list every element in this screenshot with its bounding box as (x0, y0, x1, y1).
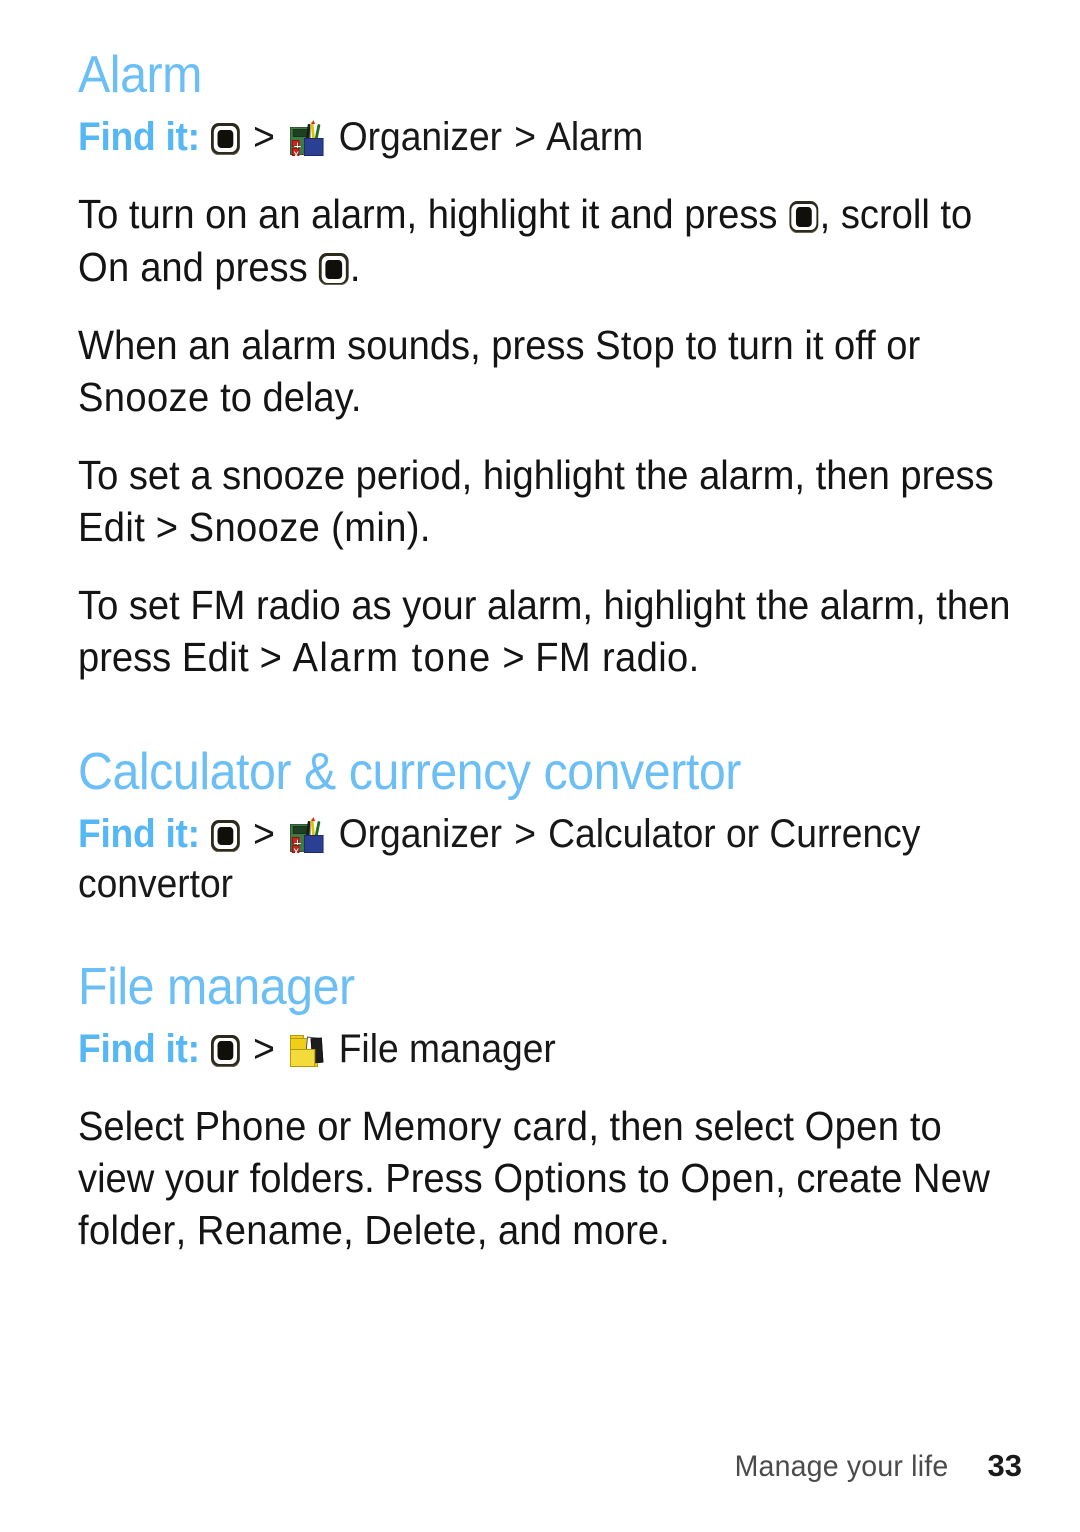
paragraph-alarm-sounds: When an alarm sounds, press Stop to turn… (78, 319, 1015, 423)
section-title-alarm: Alarm (78, 46, 202, 104)
ui-term: Stop (595, 321, 676, 368)
paragraph-fm-radio-alarm: To set FM radio as your alarm, highlight… (78, 579, 1015, 683)
breadcrumb-separator: > (253, 812, 275, 857)
calc-plus-glyph: + (292, 836, 302, 850)
text-fragment: Select (78, 1103, 195, 1150)
center-key-icon (788, 200, 819, 234)
ui-term: Edit (181, 633, 250, 680)
find-it-conjunction: or (725, 812, 760, 857)
ui-term: Delete (364, 1207, 477, 1254)
text-fragment: to (627, 1155, 681, 1202)
footer-page-number: 33 (987, 1448, 1022, 1483)
find-it-label: Find it: (78, 1026, 200, 1071)
calc-plus-glyph: + (292, 139, 302, 153)
center-key-icon (211, 122, 241, 155)
manual-page: Alarm Find it: > + x Organizer > Alarm T… (0, 0, 1080, 1532)
text-fragment: to delay. (209, 373, 362, 420)
text-fragment: > (145, 503, 189, 550)
paragraph-turn-on-alarm: To turn on an alarm, highlight it and pr… (78, 188, 1015, 292)
ui-term: Edit (78, 503, 146, 550)
ui-term: Phone (194, 1103, 307, 1150)
text-fragment: . (688, 633, 700, 680)
breadcrumb-separator: > (253, 115, 275, 160)
text-fragment: > (491, 633, 536, 680)
text-fragment: and press (129, 243, 319, 290)
ui-term: Rename (196, 1207, 344, 1254)
ui-term: Snooze (min) (188, 503, 420, 550)
file-manager-icon (289, 1032, 325, 1070)
calc-times-glyph: x (292, 845, 300, 859)
breadcrumb-separator: > (514, 812, 536, 857)
find-it-calculator: Find it: > + x Organizer > Calculator or… (78, 809, 1015, 910)
find-it-target: File manager (338, 1026, 556, 1071)
section-title-calculator: Calculator & currency convertor (78, 742, 741, 801)
section-title-file-manager: File manager (78, 957, 355, 1016)
ui-term: Snooze (78, 373, 210, 420)
text-fragment: To turn on an alarm, highlight it and pr… (78, 191, 789, 238)
organizer-icon: + x (289, 120, 325, 162)
text-fragment: , create (775, 1155, 913, 1202)
paragraph-file-manager-usage: Select Phone or Memory card, then select… (78, 1100, 1015, 1256)
text-fragment: To set a snooze period, highlight the al… (78, 451, 994, 498)
ui-term: Memory card (361, 1103, 589, 1150)
text-fragment: , then select (588, 1103, 805, 1150)
text-fragment: > (249, 633, 293, 680)
center-key-icon (319, 252, 349, 286)
text-fragment: When an alarm sounds, press (78, 321, 596, 368)
text-fragment: , scroll to (819, 191, 973, 238)
text-fragment: or (306, 1103, 362, 1150)
center-key-icon (211, 819, 241, 852)
find-it-label: Find it: (78, 812, 200, 857)
paragraph-snooze-period: To set a snooze period, highlight the al… (78, 449, 1015, 553)
ui-term: Options (493, 1155, 628, 1202)
text-fragment: . (349, 243, 361, 290)
text-fragment: , (343, 1207, 365, 1254)
footer-chapter-title: Manage your life (734, 1450, 948, 1483)
page-footer: Manage your life 33 (0, 1448, 1022, 1484)
find-it-target: Calculator (548, 812, 716, 857)
ui-term: Open (680, 1155, 776, 1202)
find-it-app-name: Organizer (338, 812, 503, 857)
find-it-file-manager: Find it: > File manager (78, 1024, 1015, 1074)
ui-term: FM radio (535, 633, 689, 680)
organizer-icon: + x (289, 817, 325, 859)
text-fragment: , (175, 1207, 197, 1254)
breadcrumb-separator: > (514, 115, 536, 160)
center-key-icon (211, 1034, 241, 1067)
find-it-app-name: Organizer (338, 115, 503, 160)
text-fragment: , and more. (476, 1207, 670, 1254)
calc-times-glyph: x (292, 148, 300, 162)
find-it-label: Find it: (78, 115, 200, 160)
text-fragment: to turn it off or (675, 321, 921, 368)
breadcrumb-separator: > (253, 1026, 275, 1071)
ui-term: Alarm tone (292, 633, 492, 680)
find-it-alarm: Find it: > + x Organizer > Alarm (78, 112, 1015, 162)
ui-term: On (78, 243, 130, 290)
find-it-target: Alarm (546, 115, 644, 160)
text-fragment: . (419, 503, 431, 550)
ui-term: Open (804, 1103, 900, 1150)
